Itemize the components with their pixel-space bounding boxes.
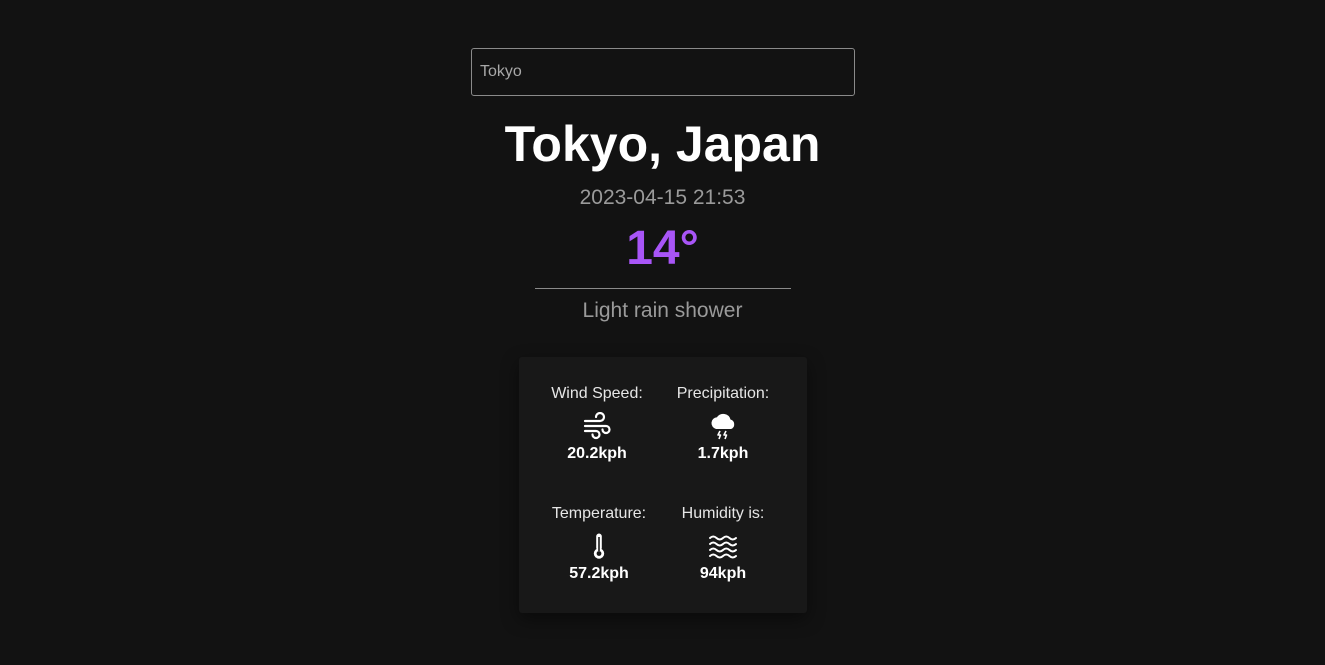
stat-label: Wind Speed: <box>551 385 643 402</box>
divider <box>535 288 791 289</box>
stat-label: Precipitation: <box>676 385 770 402</box>
stat-value: 94kph <box>699 565 747 582</box>
stat-value: 20.2kph <box>567 445 627 462</box>
stat-value: 57.2kph <box>569 565 629 582</box>
weather-stats-card: Wind Speed: 20.2kph Precipitation: 1.7kp… <box>519 357 807 613</box>
thermometer-icon <box>593 533 605 559</box>
current-temperature: 14° <box>626 222 699 275</box>
cloud-lightning-icon <box>711 413 735 440</box>
water-waves-icon <box>709 535 737 559</box>
stat-precipitation: Precipitation: 1.7kph <box>658 384 788 464</box>
wind-icon <box>583 412 611 440</box>
stat-humidity: Humidity is: 94kph <box>658 504 788 584</box>
stat-temperature: Temperature: 57.2kph <box>534 504 664 584</box>
location-title: Tokyo, Japan <box>504 116 821 172</box>
weather-condition: Light rain shower <box>582 299 743 322</box>
city-search-input[interactable] <box>471 48 855 96</box>
weather-app: Tokyo, Japan 2023-04-15 21:53 14° Light … <box>0 0 1325 665</box>
local-datetime: 2023-04-15 21:53 <box>579 186 746 209</box>
stat-wind-speed: Wind Speed: 20.2kph <box>532 384 662 464</box>
stat-value: 1.7kph <box>697 445 749 462</box>
stat-label: Humidity is: <box>681 505 765 522</box>
stat-label: Temperature: <box>551 505 647 522</box>
